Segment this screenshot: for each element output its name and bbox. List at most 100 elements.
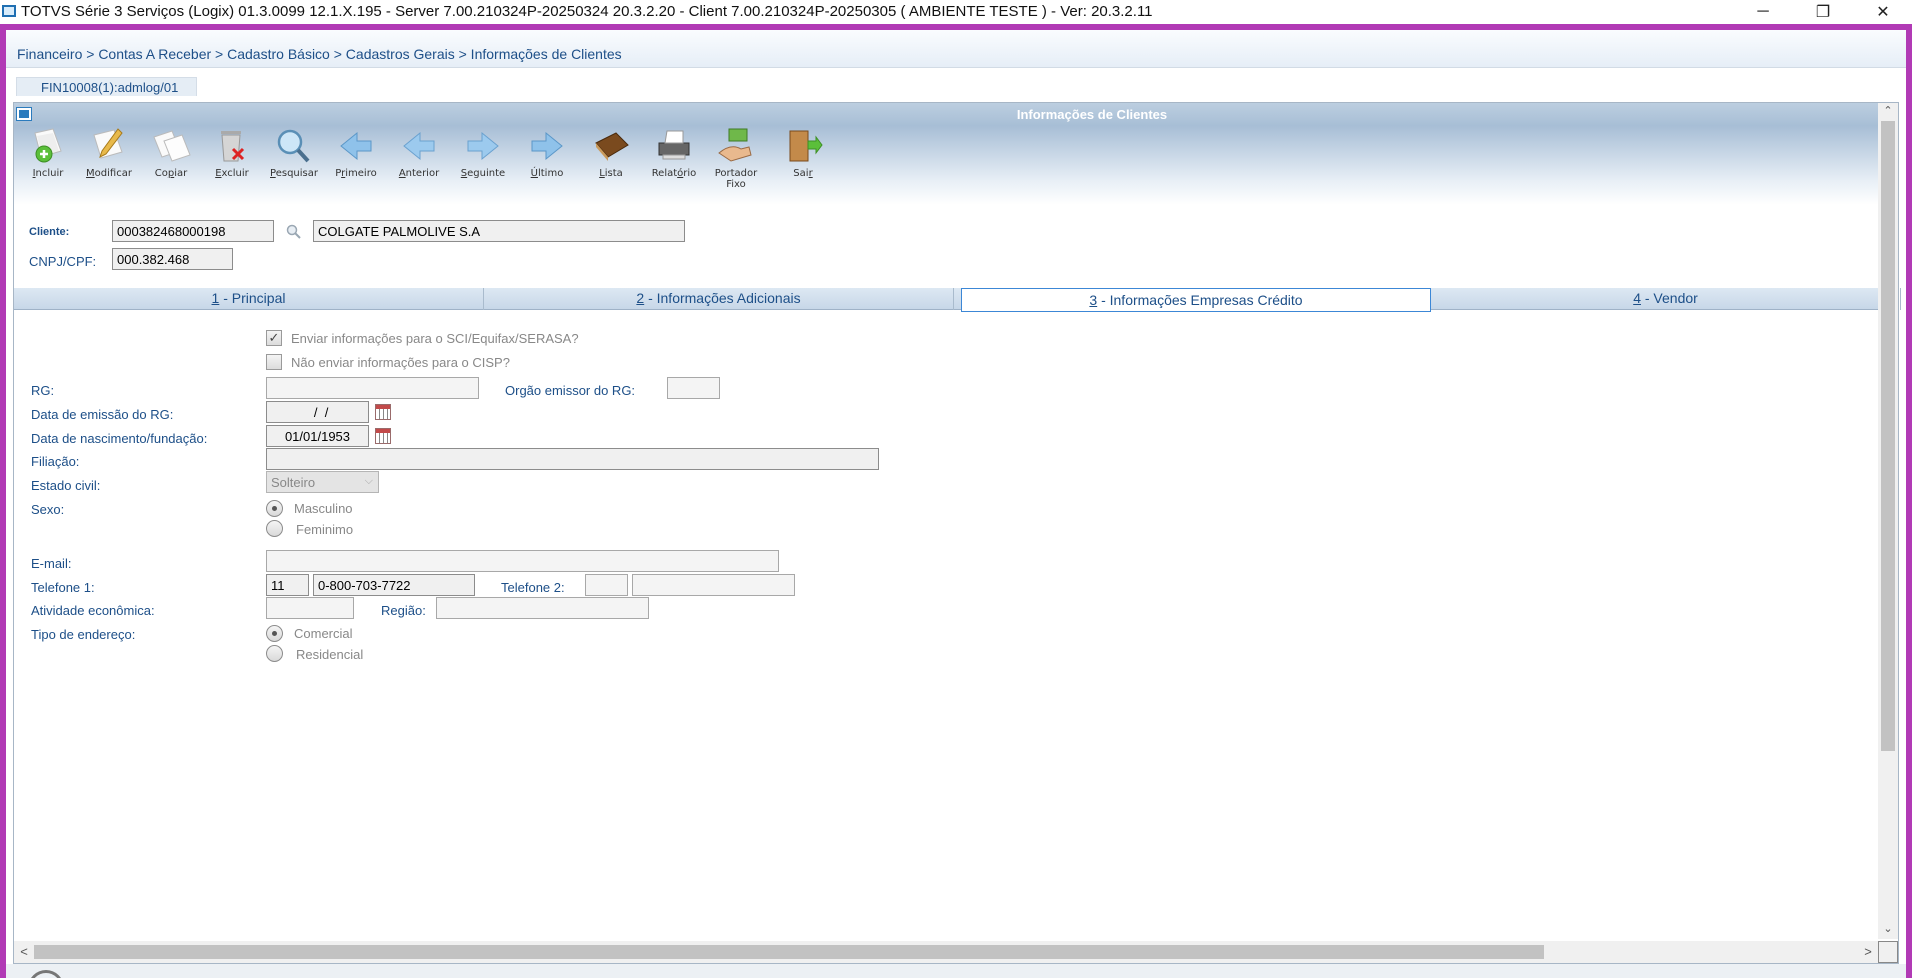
trash-icon [211, 127, 253, 165]
cnpj-input[interactable]: 000.382.468 [112, 248, 233, 270]
last-arrow-icon [526, 127, 568, 165]
sair-button[interactable]: Sair [776, 127, 830, 179]
form-tabs: 1 - Principal 2 - Informações Adicionais 3… [14, 288, 1901, 312]
close-button[interactable]: ✕ [1860, 0, 1906, 24]
sexo-masculino-label: Masculino [294, 501, 353, 516]
emissao-rg-label: Data de emissão do RG: [31, 407, 174, 422]
horizontal-scrollbar[interactable]: < > [14, 941, 1880, 963]
check-icon: ✓ [268, 330, 280, 345]
toolbar: Incluir Modificar Copiar Excluir Pesquisar Pr… [14, 125, 1880, 205]
copiar-label: Copiar [154, 168, 188, 179]
calendar-icon[interactable] [375, 404, 391, 420]
sexo-feminimo-label: Feminimo [296, 522, 354, 537]
pesquisar-button[interactable]: Pesquisar [267, 127, 321, 179]
atividade-label: Atividade econômica: [31, 603, 155, 618]
tab-content-credito: ✓ Enviar informações para o SCI/Equifax/… [14, 313, 1880, 933]
copy-doc-icon [150, 127, 192, 165]
panel-title: Informações de Clientes [1016, 107, 1168, 122]
telefone1-label: Telefone 1: [31, 580, 95, 595]
minimize-button[interactable]: ─ [1740, 0, 1786, 24]
filiacao-input[interactable] [266, 448, 879, 470]
regiao-input[interactable] [436, 597, 649, 619]
app-area: Financeiro > Contas A Receber > Cadastro… [6, 30, 1906, 978]
tipo-comercial-radio[interactable] [266, 625, 283, 642]
relatorio-button[interactable]: Relatório [647, 127, 701, 179]
orgao-emissor-input[interactable] [667, 377, 720, 399]
cisp-checkbox-label: Não enviar informações para o CISP? [291, 355, 510, 370]
telefone1-number-input[interactable]: 0-800-703-7722 [313, 574, 475, 596]
horizontal-scroll-thumb[interactable] [34, 945, 1544, 959]
book-icon [590, 127, 632, 165]
portador-fixo-label: Portador Fixo [714, 168, 758, 190]
nascimento-input[interactable]: 01/01/1953 [266, 425, 369, 447]
first-arrow-icon [335, 127, 377, 165]
anterior-button[interactable]: Anterior [392, 127, 446, 179]
email-label: E-mail: [31, 556, 72, 571]
next-arrow-icon [462, 127, 504, 165]
radio-selected-dot [272, 506, 277, 511]
sexo-feminimo-radio[interactable] [266, 520, 283, 537]
cliente-code-input[interactable]: 000382468000198 [112, 220, 274, 242]
tab-4[interactable]: 4 - Vendor [1431, 288, 1901, 310]
tipo-endereco-label: Tipo de endereço: [31, 627, 136, 642]
tipo-residencial-radio[interactable] [266, 645, 283, 662]
panel-header: Informações de Clientes [14, 103, 1880, 125]
primeiro-button[interactable]: Primeiro [329, 127, 383, 179]
calendar-icon[interactable] [375, 428, 391, 444]
ultimo-button[interactable]: Último [520, 127, 574, 179]
scroll-up-icon[interactable]: ⌃ [1878, 104, 1898, 120]
modificar-label: Modificar [86, 168, 132, 179]
copiar-button[interactable]: Copiar [144, 127, 198, 179]
sair-label: Sair [793, 168, 813, 179]
portador-fixo-button[interactable]: Portador Fixo [709, 127, 763, 190]
excluir-button[interactable]: Excluir [205, 127, 259, 179]
tab-3[interactable]: 3 - Informações Empresas Crédito [961, 288, 1431, 312]
scroll-corner [1878, 941, 1898, 963]
serasa-checkbox[interactable]: ✓ [266, 330, 282, 346]
add-doc-icon [27, 127, 69, 165]
document-tab[interactable]: FIN10008(1):admlog/01 [16, 77, 198, 96]
seguinte-button[interactable]: Seguinte [456, 127, 510, 179]
window-title: TOTVS Série 3 Serviços (Logix) 01.3.0099… [21, 3, 1153, 20]
atividade-input[interactable] [266, 597, 354, 619]
hand-money-icon [715, 127, 757, 165]
telefone2-ddd-input[interactable] [585, 574, 628, 596]
cliente-lookup-icon[interactable] [285, 224, 303, 240]
scroll-left-icon[interactable]: < [16, 944, 32, 960]
email-input[interactable] [266, 550, 779, 572]
rg-input[interactable] [266, 377, 479, 399]
emissao-rg-input[interactable]: / / [266, 401, 369, 423]
printer-icon [653, 127, 695, 165]
anterior-label: Anterior [398, 168, 440, 179]
breadcrumb: Financeiro > Contas A Receber > Cadastro… [6, 30, 1906, 68]
radio-selected-dot [272, 631, 277, 636]
seguinte-label: Seguinte [460, 168, 506, 179]
modificar-button[interactable]: Modificar [82, 127, 136, 179]
lista-button[interactable]: Lista [584, 127, 638, 179]
estado-civil-label: Estado civil: [31, 478, 101, 493]
excluir-label: Excluir [215, 168, 249, 179]
regiao-label: Região: [381, 603, 426, 618]
estado-civil-value: Solteiro [271, 475, 316, 490]
cnpj-label: CNPJ/CPF: [29, 254, 97, 269]
tab-1[interactable]: 1 - Principal [14, 288, 484, 310]
pesquisar-label: Pesquisar [270, 168, 318, 179]
telefone2-number-input[interactable] [632, 574, 795, 596]
estado-civil-select[interactable]: Solteiro ⌵ [266, 471, 379, 493]
status-circle-icon [28, 970, 64, 978]
orgao-emissor-label: Orgão emissor do RG: [505, 383, 636, 398]
status-footer [6, 964, 1906, 978]
telefone1-ddd-input[interactable]: 11 [266, 574, 309, 596]
incluir-label: Incluir [32, 168, 64, 179]
tab-2[interactable]: 2 - Informações Adicionais [484, 288, 954, 310]
vertical-scrollbar[interactable]: ⌃ ⌄ [1878, 103, 1898, 939]
vertical-scroll-thumb[interactable] [1881, 121, 1895, 751]
edit-doc-icon [88, 127, 130, 165]
scroll-right-icon[interactable]: > [1860, 944, 1876, 960]
incluir-button[interactable]: Incluir [21, 127, 75, 179]
restore-button[interactable]: ❐ [1800, 0, 1846, 24]
cisp-checkbox[interactable] [266, 354, 282, 370]
rg-label: RG: [31, 383, 55, 398]
sexo-masculino-radio[interactable] [266, 500, 283, 517]
scroll-down-icon[interactable]: ⌄ [1878, 922, 1898, 938]
